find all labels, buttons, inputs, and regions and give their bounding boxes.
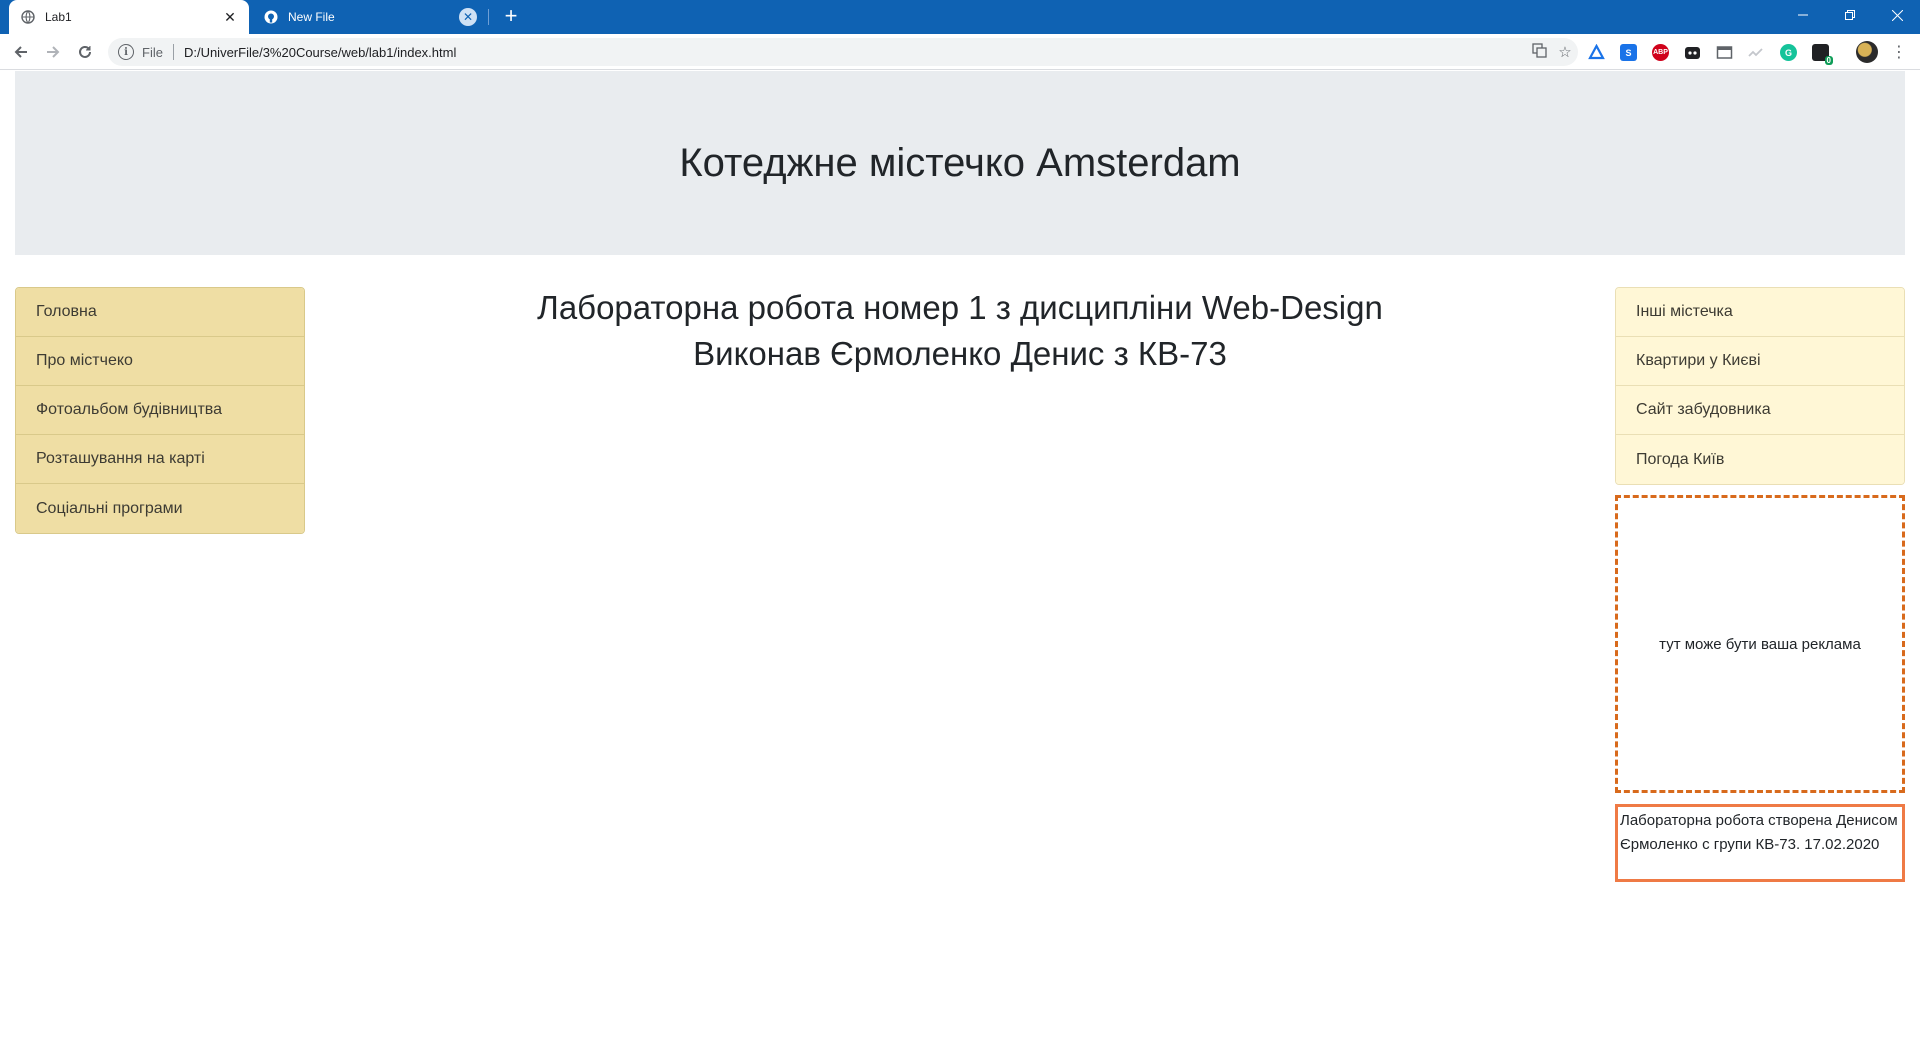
translate-icon[interactable] [1526,42,1552,62]
drive-icon[interactable] [1588,44,1605,61]
ad-text: тут може бути ваша реклама [1659,635,1861,653]
extension-badge: 0 [1824,56,1833,65]
tab-title: New File [288,10,335,24]
info-icon[interactable]: i [118,44,134,60]
right-nav-list: Інші містечка Квартири у Києві Сайт забу… [1615,287,1905,485]
url-text[interactable]: D:/UniverFile/3%20Course/web/lab1/index.… [184,45,1526,60]
reload-button[interactable] [73,40,97,64]
link-developer-site[interactable]: Сайт забудовника [1616,386,1904,435]
restore-icon [1845,10,1855,20]
ad-placeholder: тут може бути ваша реклама [1615,495,1905,793]
nav-item-about[interactable]: Про містчеко [16,337,304,386]
new-tab-button[interactable]: + [500,5,522,28]
globe-icon [21,10,35,24]
restore-button[interactable] [1827,0,1873,30]
github-icon [264,10,278,24]
footer-text: Лабораторна робота створена Денисом Єрмо… [1620,812,1898,853]
tab-separator [488,9,489,25]
main-heading-line-2: Виконав Єрмоленко Денис з КВ-73 [693,335,1227,372]
site-title: Котеджне містечко Amsterdam [679,140,1241,185]
extension-icon[interactable]: 0 [1812,44,1833,65]
skype-icon[interactable]: S [1620,44,1637,61]
nav-item-home[interactable]: Головна [16,288,304,337]
omnibox-divider [172,44,174,60]
tab-strip: Lab1 ✕ New File ✕ + [0,0,1920,34]
tab-lab1[interactable]: Lab1 ✕ [9,0,249,34]
browser-toolbar: i File D:/UniverFile/3%20Course/web/lab1… [0,34,1920,70]
arrow-right-icon [47,46,60,58]
header-jumbotron: Котеджне містечко Amsterdam [15,71,1905,255]
link-kyiv-weather[interactable]: Погода Київ [1616,435,1904,484]
address-bar[interactable]: i File D:/UniverFile/3%20Course/web/lab1… [108,38,1578,66]
tab-icon[interactable] [1716,44,1733,61]
adblock-icon[interactable]: ABP [1652,44,1669,61]
minimize-icon [1798,14,1808,16]
close-icon [1891,9,1903,21]
back-button[interactable] [9,40,33,64]
profile-avatar[interactable] [1856,41,1878,63]
close-window-button[interactable] [1874,0,1920,30]
page-viewport: Котеджне містечко Amsterdam Головна Про … [0,71,1920,1040]
scheme-label: File [142,44,163,60]
close-tab-icon[interactable]: ✕ [221,8,239,26]
nav-item-social-programs[interactable]: Соціальні програми [16,484,304,533]
nav-item-photo-album[interactable]: Фотоальбом будівництва [16,386,304,435]
bookmark-star-icon[interactable]: ☆ [1552,43,1578,61]
tab-title: Lab1 [45,10,72,24]
forward-button[interactable] [41,40,65,64]
arrow-left-icon [14,46,27,58]
nav-item-map-location[interactable]: Розташування на карті [16,435,304,484]
grammarly-icon[interactable]: G [1780,44,1797,61]
reload-icon [79,45,91,58]
tab-new-file[interactable]: New File ✕ [252,0,487,34]
link-other-towns[interactable]: Інші містечка [1616,288,1904,337]
main-heading-line-1: Лабораторна робота номер 1 з дисципліни … [537,289,1383,326]
left-nav-list: Головна Про містчеко Фотоальбом будівниц… [15,287,305,534]
link-kyiv-apartments[interactable]: Квартири у Києві [1616,337,1904,386]
minimize-button[interactable] [1780,0,1826,30]
main-heading: Лабораторна робота номер 1 з дисципліни … [370,285,1550,377]
footer-info: Лабораторна робота створена Денисом Єрмо… [1615,804,1905,882]
close-tab-icon[interactable]: ✕ [459,8,477,26]
metrics-icon[interactable] [1748,44,1765,61]
tampermonkey-icon[interactable] [1684,44,1701,61]
menu-kebab-icon[interactable]: ⋮ [1887,40,1911,64]
